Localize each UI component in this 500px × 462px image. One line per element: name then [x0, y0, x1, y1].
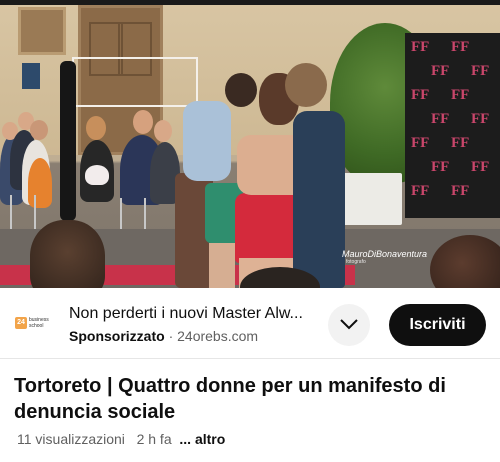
backdrop-letters: FF — [451, 87, 470, 103]
backdrop-letters: FF — [471, 63, 490, 79]
video-scene-planter — [342, 173, 402, 225]
meta-separator: · — [168, 328, 174, 344]
advertiser-logo[interactable]: 24 business school — [15, 317, 51, 331]
upload-age: 2 h fa — [136, 431, 172, 447]
backdrop-letters: FF — [471, 111, 490, 127]
video-scene-audience — [0, 100, 200, 240]
backdrop-letters: FF — [431, 159, 450, 175]
photographer-watermark: MauroDiBonaventura fotografo — [342, 249, 477, 265]
divider — [0, 358, 500, 359]
expand-ad-button[interactable] — [328, 304, 370, 346]
video-player[interactable]: FF FF FF FF FF FF FF FF FF FF FF FF FF F… — [0, 5, 500, 288]
video-scene-foreground-head — [30, 220, 105, 288]
sponsored-ad-card[interactable]: 24 business school Non perderti i nuovi … — [0, 288, 500, 358]
more-description-link[interactable]: ... altro — [179, 431, 225, 447]
backdrop-letters: FF — [451, 135, 470, 151]
sponsored-label: Sponsorizzato — [69, 328, 165, 344]
video-scene-backdrop: FF FF FF FF FF FF FF FF FF FF FF FF FF F… — [405, 33, 500, 218]
video-title[interactable]: Tortoreto | Quattro donne per un manifes… — [14, 373, 490, 425]
video-scene-banner — [60, 61, 76, 221]
ad-domain: 24orebs.com — [177, 328, 259, 344]
video-meta[interactable]: 11 visualizzazioni 2 h fa ... altro — [17, 431, 225, 447]
watermark-name: MauroDiBonaventura — [342, 249, 428, 259]
backdrop-letters: FF — [411, 87, 430, 103]
ad-title[interactable]: Non perderti i nuovi Master Alw... — [69, 305, 324, 323]
backdrop-letters: FF — [431, 63, 450, 79]
chevron-down-icon — [340, 319, 358, 330]
subscribe-button[interactable]: Iscriviti — [389, 304, 486, 346]
backdrop-letters: FF — [431, 111, 450, 127]
backdrop-letters: FF — [411, 183, 430, 199]
video-scene-meter-box — [22, 63, 40, 89]
backdrop-letters: FF — [451, 183, 470, 199]
backdrop-letters: FF — [451, 39, 470, 55]
video-scene-hugging-women — [175, 63, 350, 288]
advertiser-logo-text: business school — [29, 317, 49, 329]
backdrop-letters: FF — [411, 135, 430, 151]
backdrop-letters: FF — [471, 159, 490, 175]
advertiser-logo-mark: 24 — [15, 317, 27, 329]
ad-meta: Sponsorizzato · 24orebs.com — [69, 328, 258, 344]
watermark-subtitle: fotografo — [346, 259, 366, 265]
view-count: 11 visualizzazioni — [17, 431, 125, 447]
backdrop-letters: FF — [411, 39, 430, 55]
video-scene-window — [18, 7, 66, 55]
